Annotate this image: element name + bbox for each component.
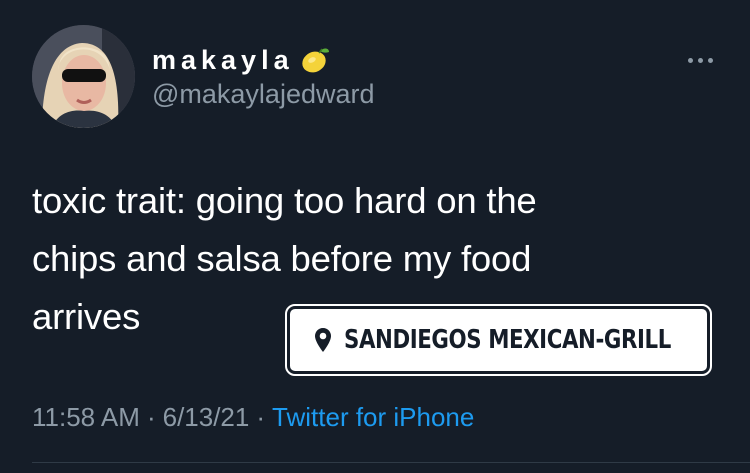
more-dot-icon (697, 57, 703, 63)
tweet-source-link[interactable]: Twitter for iPhone (272, 402, 474, 433)
location-pin-icon (314, 327, 332, 353)
user-name-row[interactable]: makayla (152, 42, 330, 78)
avatar[interactable] (32, 25, 135, 128)
meta-separator: · (146, 402, 156, 432)
more-options-button[interactable] (680, 50, 720, 70)
divider (32, 462, 750, 463)
tweet-time[interactable]: 11:58 AM (32, 402, 140, 433)
tweet-meta: 11:58 AM · 6/13/21 · Twitter for iPhone (32, 402, 474, 433)
lemon-icon (300, 45, 330, 75)
location-label: SANDIEGOS MEXICAN-GRILL (344, 325, 672, 355)
avatar-photo (32, 25, 135, 128)
more-dot-icon (687, 57, 693, 63)
meta-separator: · (256, 402, 266, 432)
display-name[interactable]: makayla (152, 46, 294, 74)
more-dot-icon (707, 57, 713, 63)
tweet-date[interactable]: 6/13/21 (163, 402, 250, 433)
user-handle[interactable]: @makaylajedward (152, 79, 375, 110)
location-sticker[interactable]: SANDIEGOS MEXICAN-GRILL (285, 304, 712, 376)
